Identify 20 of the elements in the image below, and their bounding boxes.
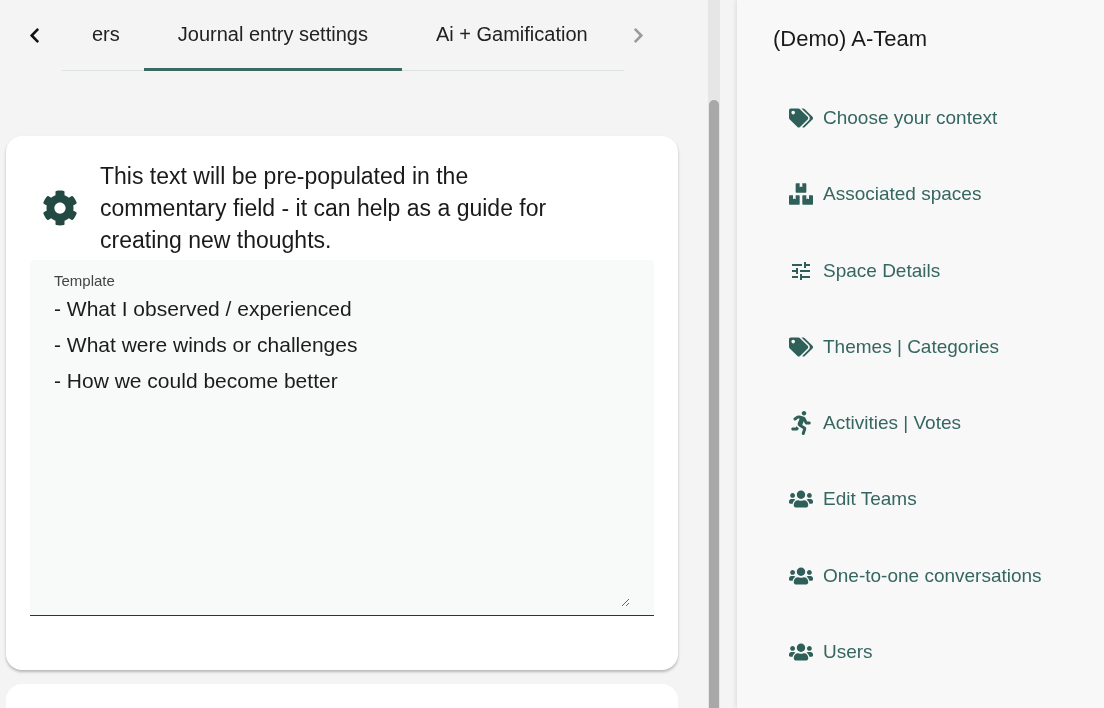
scrollbar-thumb[interactable] — [709, 100, 719, 708]
sidebar-item[interactable]: Edit Teams — [789, 461, 1104, 538]
sidebar-item[interactable]: Associated spaces — [789, 156, 1104, 233]
sidebar-item[interactable]: Users — [789, 613, 1104, 690]
tab[interactable]: Journal entry settings — [143, 0, 402, 71]
boxes-icon — [789, 182, 813, 207]
tab[interactable]: Ai + Gamification — [401, 0, 622, 71]
tags-icon — [789, 106, 813, 131]
sidebar-item[interactable]: Choose your context — [789, 80, 1104, 157]
running-person-icon — [789, 411, 813, 436]
team-title: (Demo) A-Team — [773, 26, 929, 52]
tags-icon — [789, 334, 813, 359]
sidebar-item[interactable]: Themes | Categories — [789, 308, 1104, 385]
sidebar-item[interactable]: Activities | Votes — [789, 385, 1104, 462]
tab[interactable]: ers — [92, 0, 144, 71]
settings-icon — [42, 190, 78, 226]
sidebar-item[interactable]: Space Details — [789, 232, 1104, 309]
sidebar-item[interactable]: One-to-one conversations — [789, 537, 1104, 614]
description-text: This text will be pre-populated in the commentary field - it can help as a guide for creating new thoughts. — [100, 162, 548, 255]
template-field[interactable]: Template - What I observed / experienced - What were winds or challenges - How we could become better — [30, 260, 654, 616]
